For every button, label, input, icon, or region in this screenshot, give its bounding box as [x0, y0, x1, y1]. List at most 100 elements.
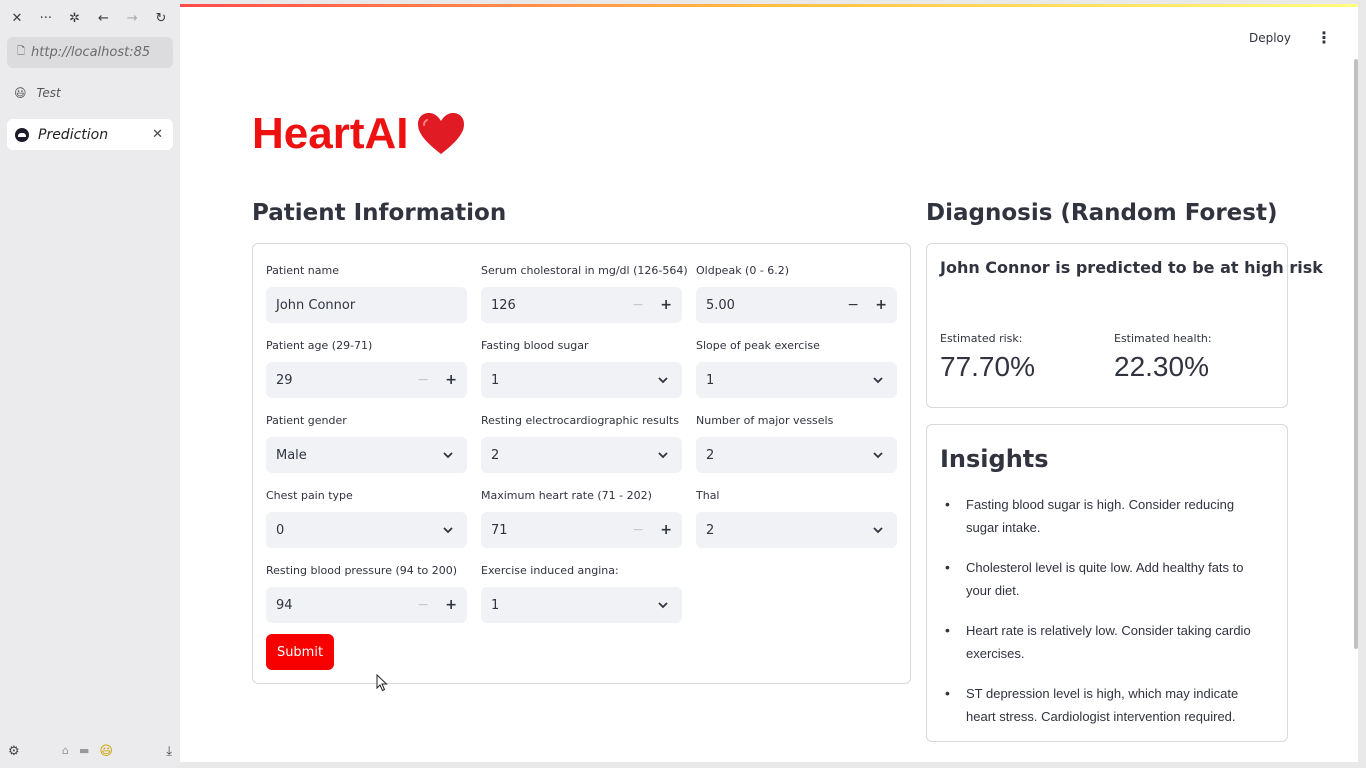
select-value: 2	[706, 522, 715, 538]
fasting-blood-sugar-field: Fasting blood sugar 1	[481, 339, 682, 398]
patient-age-stepper[interactable]: 29 − +	[266, 362, 467, 398]
chevron-down-icon	[658, 602, 668, 609]
chevron-down-icon	[443, 452, 453, 459]
tab-test[interactable]: 😃 Test	[14, 86, 61, 100]
more-icon[interactable]: ···	[35, 11, 57, 26]
decrement-icon[interactable]: −	[632, 522, 644, 538]
angina-field: Exercise induced angina: 1	[481, 564, 682, 623]
patient-age-field: Patient age (29-71) 29 − +	[266, 339, 467, 398]
field-label: Fasting blood sugar	[481, 339, 589, 352]
increment-icon[interactable]: +	[445, 597, 457, 613]
smiley-icon: 😃	[14, 86, 27, 100]
decrement-icon[interactable]: −	[847, 297, 859, 313]
risk-metric: Estimated risk: 77.70%	[940, 332, 1035, 383]
thal-field: Thal 2	[696, 489, 897, 548]
submit-button[interactable]: Submit	[266, 634, 334, 670]
settings-icon[interactable]: ⚙	[8, 744, 28, 759]
chevron-down-icon	[873, 527, 883, 534]
deploy-button[interactable]: Deploy	[1249, 31, 1291, 45]
decrement-icon[interactable]: −	[632, 297, 644, 313]
select-value: 1	[491, 597, 500, 613]
chevron-down-icon	[658, 452, 668, 459]
field-label: Exercise induced angina:	[481, 564, 619, 577]
slope-select[interactable]: 1	[696, 362, 897, 398]
page-title: HeartAI	[252, 109, 465, 159]
url-text: http://localhost:85	[31, 45, 151, 60]
scrollbar[interactable]	[1354, 59, 1358, 649]
select-value: 1	[706, 372, 715, 388]
metric-value: 77.70%	[940, 351, 1035, 382]
max-heart-rate-stepper[interactable]: 71 − +	[481, 512, 682, 548]
select-value: 1	[491, 372, 500, 388]
chest-pain-select[interactable]: 0	[266, 512, 467, 548]
increment-icon[interactable]: +	[875, 297, 887, 313]
max-heart-rate-field: Maximum heart rate (71 - 202) 71 − +	[481, 489, 682, 548]
page-icon: 🗋	[17, 46, 26, 57]
back-icon[interactable]: ←	[92, 11, 114, 26]
tab-prediction[interactable]: Prediction ✕	[7, 119, 173, 150]
field-label: Resting electrocardiographic results	[481, 414, 679, 427]
app-main: Deploy ⋮ HeartAI Patient Information Dia…	[180, 4, 1358, 762]
app-icon[interactable]: ⌂	[62, 744, 69, 759]
diagnosis-card: John Connor is predicted to be at high r…	[926, 243, 1323, 408]
tab-close-icon[interactable]: ✕	[152, 127, 163, 142]
insights-title: Insights	[940, 445, 1049, 473]
select-value: Male	[276, 447, 307, 463]
close-icon[interactable]: ✕	[6, 11, 28, 26]
smiley-icon[interactable]: 😃	[99, 744, 113, 759]
list-item: Fasting blood sugar is high. Consider re…	[940, 493, 1270, 539]
main-menu-icon[interactable]: ⋮	[1316, 28, 1332, 47]
insights-card: Insights Fasting blood sugar is high. Co…	[926, 424, 1288, 742]
chevron-down-icon	[873, 452, 883, 459]
patient-section-title: Patient Information	[252, 200, 507, 226]
increment-icon[interactable]: +	[445, 372, 457, 388]
ecg-select[interactable]: 2	[481, 437, 682, 473]
angina-select[interactable]: 1	[481, 587, 682, 623]
select-value: 0	[276, 522, 285, 538]
list-item: Heart rate is relatively low. Consider t…	[940, 619, 1270, 665]
patient-gender-field: Patient gender Male	[266, 414, 467, 473]
app-title-text: HeartAI	[252, 109, 409, 158]
patient-name-input[interactable]: John Connor	[266, 287, 467, 323]
increment-icon[interactable]: +	[660, 522, 672, 538]
blood-pressure-stepper[interactable]: 94 − +	[266, 587, 467, 623]
diagnosis-section-title: Diagnosis (Random Forest)	[926, 200, 1278, 226]
patient-name-field: Patient name John Connor	[266, 264, 467, 323]
forward-icon[interactable]: →	[121, 11, 143, 26]
decrement-icon[interactable]: −	[417, 597, 429, 613]
increment-icon[interactable]: +	[660, 297, 672, 313]
mouse-cursor-icon	[376, 674, 388, 692]
app-icon[interactable]: ▬	[79, 744, 89, 759]
url-bar[interactable]: 🗋 http://localhost:85	[7, 37, 173, 68]
extensions-icon[interactable]: ✲	[64, 11, 86, 26]
input-value: 5.00	[706, 297, 735, 313]
patient-gender-select[interactable]: Male	[266, 437, 467, 473]
input-value: 94	[276, 597, 293, 613]
select-value: 2	[706, 447, 715, 463]
oldpeak-stepper[interactable]: 5.00 − +	[696, 287, 897, 323]
diagnosis-message: John Connor is predicted to be at high r…	[940, 258, 1323, 277]
insights-list: Fasting blood sugar is high. Consider re…	[940, 493, 1270, 745]
reload-icon[interactable]: ↻	[150, 11, 172, 26]
top-decoration-bar	[180, 4, 1358, 7]
tab-label: Prediction	[38, 126, 109, 143]
metric-value: 22.30%	[1114, 351, 1209, 382]
oldpeak-field: Oldpeak (0 - 6.2) 5.00 − +	[696, 264, 897, 323]
major-vessels-select[interactable]: 2	[696, 437, 897, 473]
list-item: ST depression level is high, which may i…	[940, 682, 1270, 728]
field-label: Thal	[696, 489, 720, 502]
field-label: Oldpeak (0 - 6.2)	[696, 264, 790, 277]
select-value: 2	[491, 447, 500, 463]
decrement-icon[interactable]: −	[417, 372, 429, 388]
slope-field: Slope of peak exercise 1	[696, 339, 897, 398]
sidebar-apps: ⌂ ▬ 😃	[62, 744, 113, 759]
metric-label: Estimated health:	[1114, 332, 1212, 345]
download-icon[interactable]: ⤓	[166, 744, 172, 759]
cholesterol-stepper[interactable]: 126 − +	[481, 287, 682, 323]
browser-sidebar-footer: ⚙ ⌂ ▬ 😃 ⤓	[8, 744, 172, 759]
field-label: Patient name	[266, 264, 339, 277]
chest-pain-field: Chest pain type 0	[266, 489, 467, 548]
health-metric: Estimated health: 22.30%	[1114, 332, 1212, 383]
thal-select[interactable]: 2	[696, 512, 897, 548]
fasting-blood-sugar-select[interactable]: 1	[481, 362, 682, 398]
